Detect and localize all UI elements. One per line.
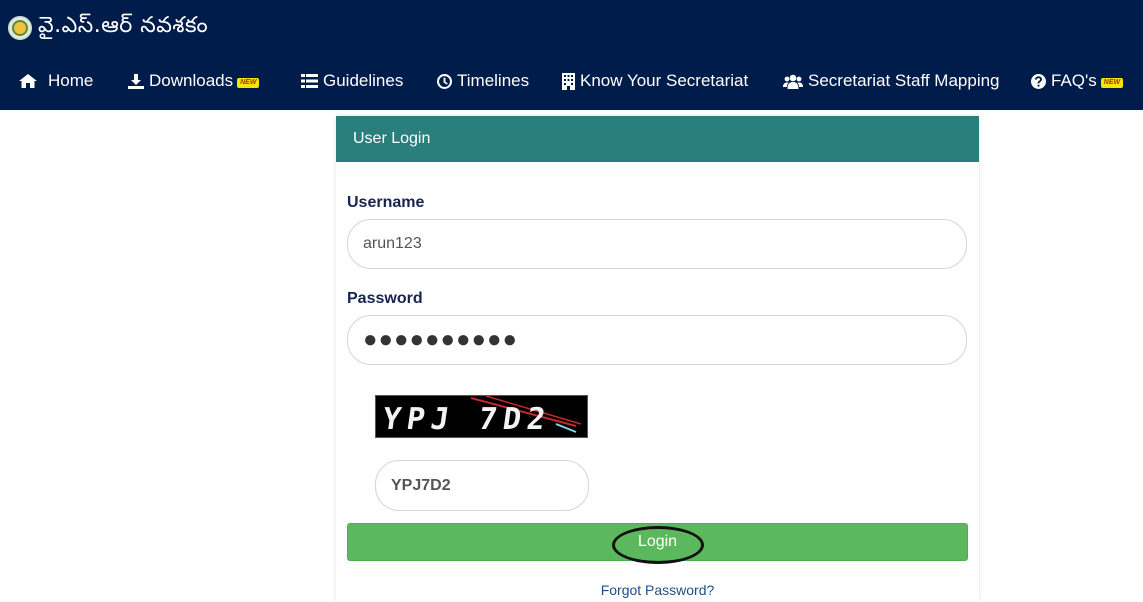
password-input[interactable]: ●●●●●●●●●● xyxy=(347,315,967,365)
login-card-title: User Login xyxy=(353,130,431,147)
username-label: Username xyxy=(347,194,425,211)
nav-home-label: Home xyxy=(48,71,94,90)
nav-know-your-secretariat-label: Know Your Secretariat xyxy=(580,71,749,90)
download-icon xyxy=(128,73,144,89)
main-nav: Home Downloads NEW Guidelines Timelines … xyxy=(0,70,1143,92)
captcha-graphic: YPJ 7D2 xyxy=(376,396,587,437)
nav-secretariat-staff-mapping-label: Secretariat Staff Mapping xyxy=(808,71,1000,90)
nav-timelines[interactable]: Timelines xyxy=(437,70,529,92)
password-label: Password xyxy=(347,290,423,307)
login-card: User Login Username Password ●●●●●●●●●● … xyxy=(336,116,979,602)
list-icon xyxy=(301,74,318,88)
top-navbar: వై.ఎస్.ఆర్ నవశకం Home Downloads NEW Guid… xyxy=(0,0,1143,110)
captcha-image: YPJ 7D2 xyxy=(375,395,588,438)
users-icon xyxy=(783,74,803,89)
captcha-input[interactable] xyxy=(375,460,589,511)
nav-downloads-label: Downloads xyxy=(149,71,234,90)
site-title: వై.ఎస్.ఆర్ నవశకం xyxy=(38,13,209,38)
nav-timelines-label: Timelines xyxy=(457,71,530,90)
nav-guidelines[interactable]: Guidelines xyxy=(301,70,403,92)
nav-secretariat-staff-mapping[interactable]: Secretariat Staff Mapping xyxy=(783,70,1000,92)
home-icon xyxy=(19,74,37,88)
login-button-label: Login xyxy=(637,533,678,550)
nav-know-your-secretariat[interactable]: Know Your Secretariat xyxy=(562,70,748,92)
nav-faqs-label: FAQ's xyxy=(1051,71,1097,90)
nav-guidelines-label: Guidelines xyxy=(323,71,404,90)
new-badge: NEW xyxy=(1100,78,1124,88)
username-input[interactable] xyxy=(347,219,967,269)
brand[interactable]: వై.ఎస్.ఆర్ నవశకం xyxy=(8,12,208,44)
new-badge: NEW xyxy=(237,78,260,88)
captcha-text: YPJ 7D2 xyxy=(380,402,553,437)
nav-downloads[interactable]: Downloads NEW xyxy=(128,70,260,92)
nav-home[interactable]: Home xyxy=(19,70,93,92)
login-button[interactable]: Login xyxy=(347,523,968,564)
login-card-header: User Login xyxy=(336,116,979,162)
forgot-password-link[interactable]: Forgot Password? xyxy=(336,582,979,598)
clock-icon xyxy=(437,73,452,89)
nav-faqs[interactable]: FAQ's NEW xyxy=(1031,70,1124,92)
question-icon xyxy=(1031,73,1046,89)
building-icon xyxy=(562,72,575,90)
emblem-icon xyxy=(8,16,32,40)
